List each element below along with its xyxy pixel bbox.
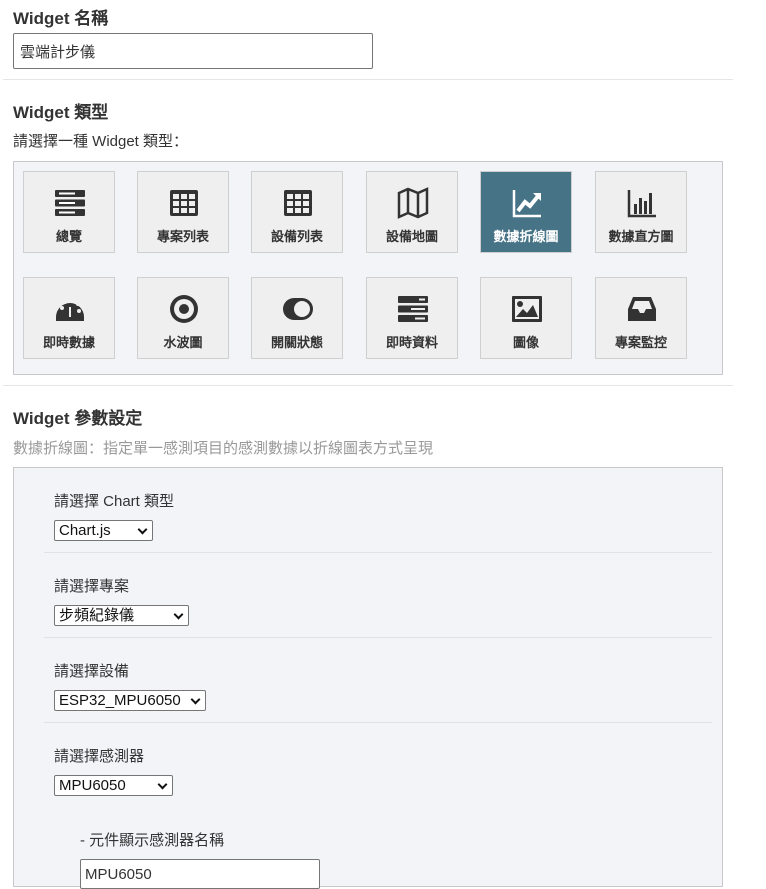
widget-params-description: 數據折線圖：指定單一感測項目的感測數據以折線圖表方式呈現: [13, 440, 434, 457]
server-stack-icon: [55, 190, 85, 216]
divider: [44, 637, 712, 638]
table-icon: [170, 190, 198, 216]
widget-type-label: 開關狀態: [270, 335, 323, 350]
gauge-icon: [56, 298, 84, 321]
image-icon: [512, 296, 542, 322]
widget-type-label: 水波圖: [163, 335, 203, 350]
widget-type-grid: 總覽 專案列表 設備列表 設備地圖 數據折線圖 數據直方圖即時數據 水波圖 開關狀態 即時資料 圖…: [13, 161, 723, 375]
widget-type-prompt: 請選擇一種 Widget 類型：: [13, 133, 189, 150]
widget-type-heading: Widget 類型: [13, 103, 109, 122]
widget-type-tile[interactable]: 即時數據: [23, 277, 115, 359]
divider: [44, 722, 712, 723]
device-select[interactable]: ESP32_MPU6050: [54, 690, 206, 711]
widget-type-label: 即時數據: [42, 335, 95, 350]
widget-params-heading: Widget 參數設定: [13, 409, 143, 428]
widget-type-tile[interactable]: 設備地圖: [366, 171, 458, 253]
widget-type-tile[interactable]: 設備列表: [251, 171, 343, 253]
widget-type-label: 設備列表: [270, 229, 323, 244]
widget-type-tile[interactable]: 專案監控: [595, 277, 687, 359]
project-select[interactable]: 步頻紀錄儀: [54, 605, 189, 626]
chart-type-label: 請選擇 Chart 類型: [54, 493, 175, 510]
map-icon: [397, 187, 429, 219]
display-name-input[interactable]: [80, 859, 320, 889]
widget-name-heading: Widget 名稱: [13, 9, 109, 28]
device-label: 請選擇設備: [54, 663, 130, 680]
divider: [3, 385, 733, 386]
dot-circle-icon: [170, 295, 198, 323]
table-icon: [284, 190, 312, 216]
line-chart-icon: [512, 190, 541, 218]
widget-type-label: 設備地圖: [385, 229, 438, 244]
widget-type-label: 數據折線圖: [493, 229, 559, 244]
inbox-icon: [628, 297, 656, 321]
widget-name-input[interactable]: [13, 33, 373, 69]
widget-type-label: 圖像: [512, 335, 539, 350]
widget-type-tile[interactable]: 數據直方圖: [595, 171, 687, 253]
display-name-label: - 元件顯示感測器名稱: [80, 832, 225, 849]
widget-type-tile[interactable]: 圖像: [480, 277, 572, 359]
widget-type-label: 數據直方圖: [608, 229, 674, 244]
widget-type-label: 專案監控: [614, 335, 667, 350]
toggle-icon: [283, 298, 313, 320]
project-label: 請選擇專案: [54, 578, 130, 595]
widget-type-tile[interactable]: 開關狀態: [251, 277, 343, 359]
widget-type-tile[interactable]: 總覽: [23, 171, 115, 253]
divider: [44, 552, 712, 553]
widget-type-tile[interactable]: 水波圖: [137, 277, 229, 359]
params-panel: 請選擇 Chart 類型 Chart.js 請選擇專案 步頻紀錄儀 請選擇設備 …: [13, 467, 723, 889]
bar-chart-icon: [627, 190, 656, 218]
widget-type-label: 即時資料: [385, 335, 438, 350]
sensor-label: 請選擇感測器: [54, 748, 145, 765]
server-icon: [398, 296, 428, 322]
widget-type-tile[interactable]: 數據折線圖: [480, 171, 572, 253]
widget-type-label: 專案列表: [156, 229, 209, 244]
sensor-select[interactable]: MPU6050: [54, 775, 173, 796]
widget-type-label: 總覽: [55, 229, 82, 244]
chart-type-select[interactable]: Chart.js: [54, 520, 153, 541]
divider: [3, 79, 733, 80]
widget-type-tile[interactable]: 專案列表: [137, 171, 229, 253]
widget-type-tile[interactable]: 即時資料: [366, 277, 458, 359]
